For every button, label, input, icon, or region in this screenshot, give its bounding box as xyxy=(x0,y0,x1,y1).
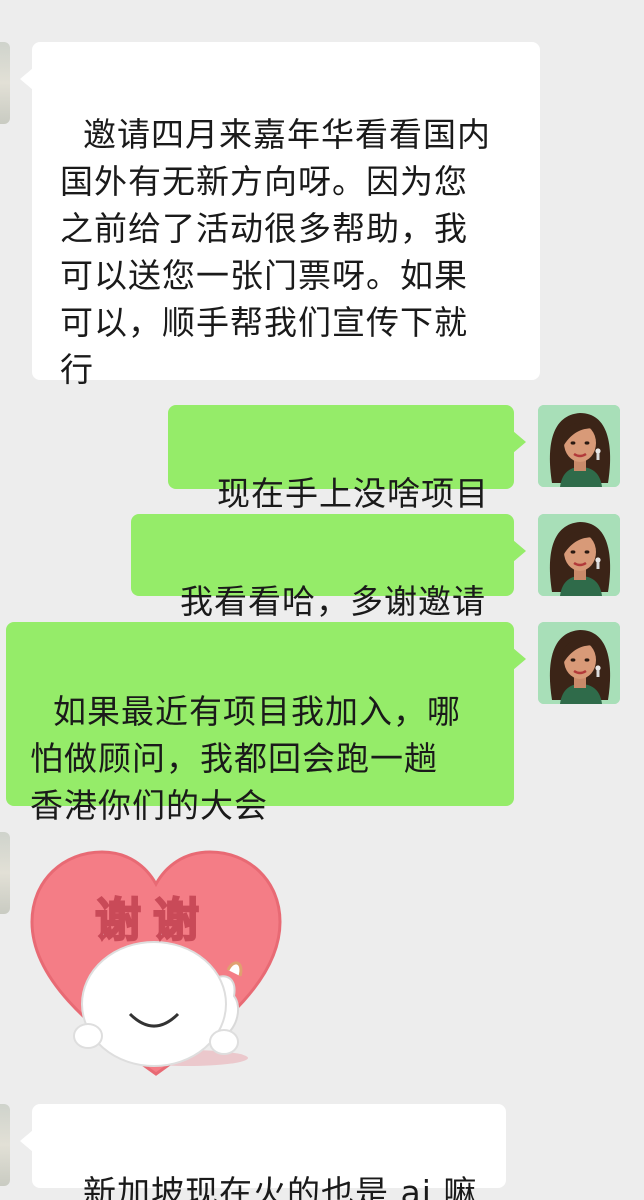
woman-avatar-icon xyxy=(538,514,620,596)
outgoing-message-bubble[interactable]: 如果最近有项目我加入，哪 怕做顾问，我都回会跑一趟 香港你们的大会 xyxy=(6,622,526,825)
my-avatar[interactable] xyxy=(538,622,620,704)
woman-avatar-icon xyxy=(538,405,620,487)
incoming-message-bubble[interactable]: 邀请四月来嘉年华看看国内 国外有无新方向呀。因为您 之前给了活动很多帮助，我 可… xyxy=(20,42,540,389)
message-text: 如果最近有项目我加入，哪 怕做顾问，我都回会跑一趟 香港你们的大会 xyxy=(30,692,461,825)
contact-avatar[interactable] xyxy=(0,832,10,914)
my-avatar[interactable] xyxy=(538,405,620,487)
outgoing-message-bubble[interactable]: 我看看哈，多谢邀请 xyxy=(131,514,526,621)
incoming-message-bubble[interactable]: 新加坡现在火的也是 ai 嘛 xyxy=(20,1104,506,1200)
contact-avatar[interactable] xyxy=(0,42,10,124)
contact-avatar[interactable] xyxy=(0,1104,10,1186)
my-avatar[interactable] xyxy=(538,514,620,596)
message-text: 我看看哈，多谢邀请 xyxy=(179,582,486,621)
outgoing-message-bubble[interactable]: 现在手上没啥项目 xyxy=(168,405,526,513)
heart-thanks-sticker[interactable]: 谢谢 xyxy=(28,846,284,1082)
message-text: 邀请四月来嘉年华看看国内 国外有无新方向呀。因为您 之前给了活动很多帮助，我 可… xyxy=(60,115,491,389)
woman-avatar-icon xyxy=(538,622,620,704)
message-text: 新加坡现在火的也是 ai 嘛 xyxy=(82,1173,478,1200)
heart-sticker-icon xyxy=(30,850,282,1076)
message-text: 现在手上没啥项目 xyxy=(216,474,489,513)
sticker-caption: 谢谢 xyxy=(94,892,211,948)
